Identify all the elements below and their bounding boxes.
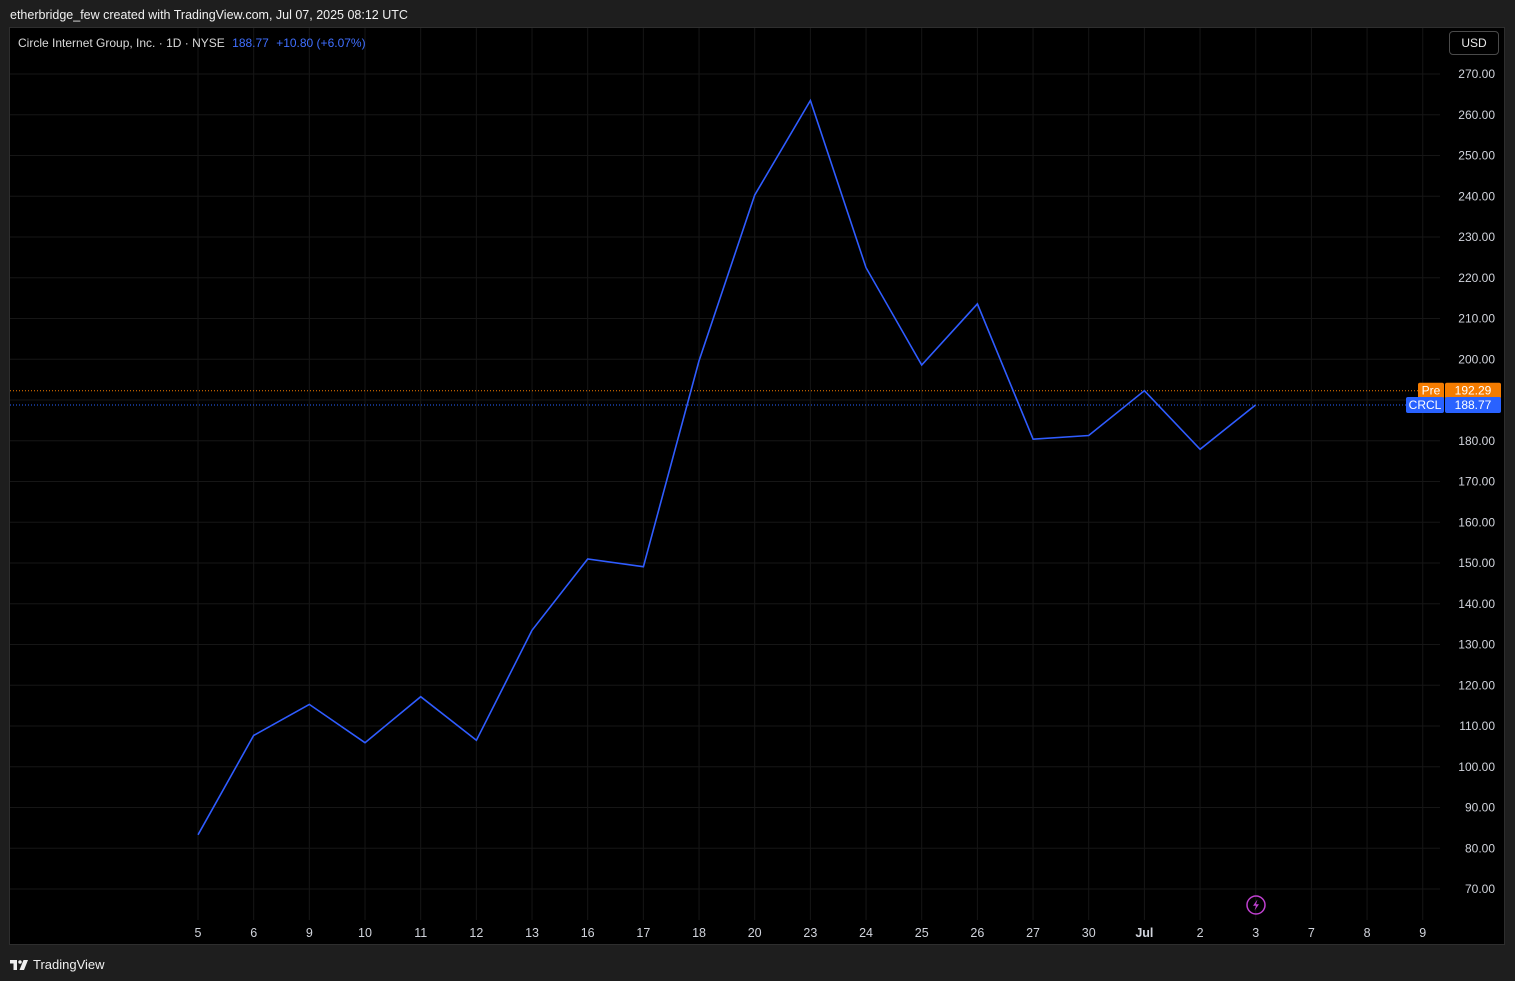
y-tick-label: 160.00 xyxy=(1458,515,1495,529)
price-tag-label: Pre xyxy=(1422,384,1441,398)
legend-last-price: 188.77 xyxy=(232,36,269,50)
price-tag-value: 192.29 xyxy=(1455,384,1492,398)
x-axis[interactable]: 5 6 9 10 11 12 13 16 17 18 20 23 24 25 26 27 30 Jul 2 3 7 8 9 xyxy=(195,926,1427,940)
legend-separator: · xyxy=(158,36,167,50)
price-tags: Pre 192.29 CRCL 188.77 xyxy=(1406,382,1501,414)
y-tick-label: 90.00 xyxy=(1465,801,1495,815)
x-tick-label: 9 xyxy=(1419,926,1426,940)
x-tick-label: 24 xyxy=(859,926,873,940)
price-tag-crcl: CRCL 188.77 xyxy=(1406,397,1501,414)
symbol-interval: 1D xyxy=(166,36,182,50)
price-tag-label: CRCL xyxy=(1409,398,1442,412)
tradingview-logo-icon xyxy=(10,960,28,970)
symbol-exchange: NYSE xyxy=(192,36,225,50)
y-tick-label: 180.00 xyxy=(1458,434,1495,448)
x-tick-label: Jul xyxy=(1135,926,1153,940)
x-tick-label: 16 xyxy=(581,926,595,940)
y-tick-label: 250.00 xyxy=(1458,149,1495,163)
brand-name: TradingView xyxy=(33,957,105,972)
x-tick-label: 6 xyxy=(250,926,257,940)
legend-separator: · xyxy=(184,36,193,50)
series-line xyxy=(197,98,1257,836)
x-tick-label: 11 xyxy=(414,926,427,940)
x-tick-label: 9 xyxy=(306,926,313,940)
y-tick-label: 210.00 xyxy=(1458,312,1495,326)
x-tick-label: 30 xyxy=(1082,926,1096,940)
x-tick-label: 3 xyxy=(1252,926,1259,940)
x-tick-label: 7 xyxy=(1308,926,1315,940)
x-tick-label: 18 xyxy=(692,926,706,940)
x-tick-label: 27 xyxy=(1026,926,1040,940)
x-tick-label: 13 xyxy=(525,926,539,940)
price-tag-value: 188.77 xyxy=(1455,398,1492,412)
y-tick-label: 140.00 xyxy=(1458,597,1495,611)
price-tag-pre: Pre 192.29 xyxy=(1418,382,1501,399)
price-lines xyxy=(10,390,1420,406)
brand-footer[interactable]: TradingView xyxy=(10,955,105,975)
legend-change: +10.80 (+6.07%) xyxy=(276,36,366,50)
y-tick-label: 260.00 xyxy=(1458,108,1495,122)
x-tick-label: 25 xyxy=(915,926,929,940)
symbol-name: Circle Internet Group, Inc. xyxy=(18,36,156,50)
y-tick-label: 230.00 xyxy=(1458,230,1495,244)
x-tick-label: 23 xyxy=(803,926,817,940)
y-tick-label: 110.00 xyxy=(1459,719,1495,733)
y-tick-label: 80.00 xyxy=(1465,841,1495,855)
y-tick-label: 120.00 xyxy=(1458,678,1495,692)
x-tick-label: 8 xyxy=(1364,926,1371,940)
x-tick-label: 26 xyxy=(970,926,984,940)
y-tick-label: 200.00 xyxy=(1458,352,1495,366)
y-tick-label: 270.00 xyxy=(1458,67,1495,81)
price-chart[interactable]: 70.00 80.00 90.00 100.00 110.00 120.00 130.00 1… xyxy=(0,0,1515,981)
x-tick-label: 2 xyxy=(1197,926,1204,940)
y-tick-label: 240.00 xyxy=(1458,189,1495,203)
y-tick-label: 130.00 xyxy=(1458,638,1495,652)
x-tick-label: 20 xyxy=(748,926,762,940)
symbol-legend[interactable]: Circle Internet Group, Inc. · 1D · NYSE … xyxy=(18,35,366,51)
y-tick-label: 150.00 xyxy=(1458,556,1495,570)
x-tick-label: 10 xyxy=(358,926,372,940)
y-tick-label: 100.00 xyxy=(1458,760,1495,774)
x-tick-label: 17 xyxy=(636,926,650,940)
y-tick-label: 220.00 xyxy=(1458,271,1495,285)
x-tick-label: 5 xyxy=(195,926,202,940)
y-tick-label: 170.00 xyxy=(1458,475,1495,489)
y-tick-label: 70.00 xyxy=(1465,882,1495,896)
y-axis[interactable]: 70.00 80.00 90.00 100.00 110.00 120.00 130.00 1… xyxy=(1458,67,1495,896)
currency-button[interactable]: USD xyxy=(1449,31,1499,55)
x-tick-label: 12 xyxy=(469,926,483,940)
